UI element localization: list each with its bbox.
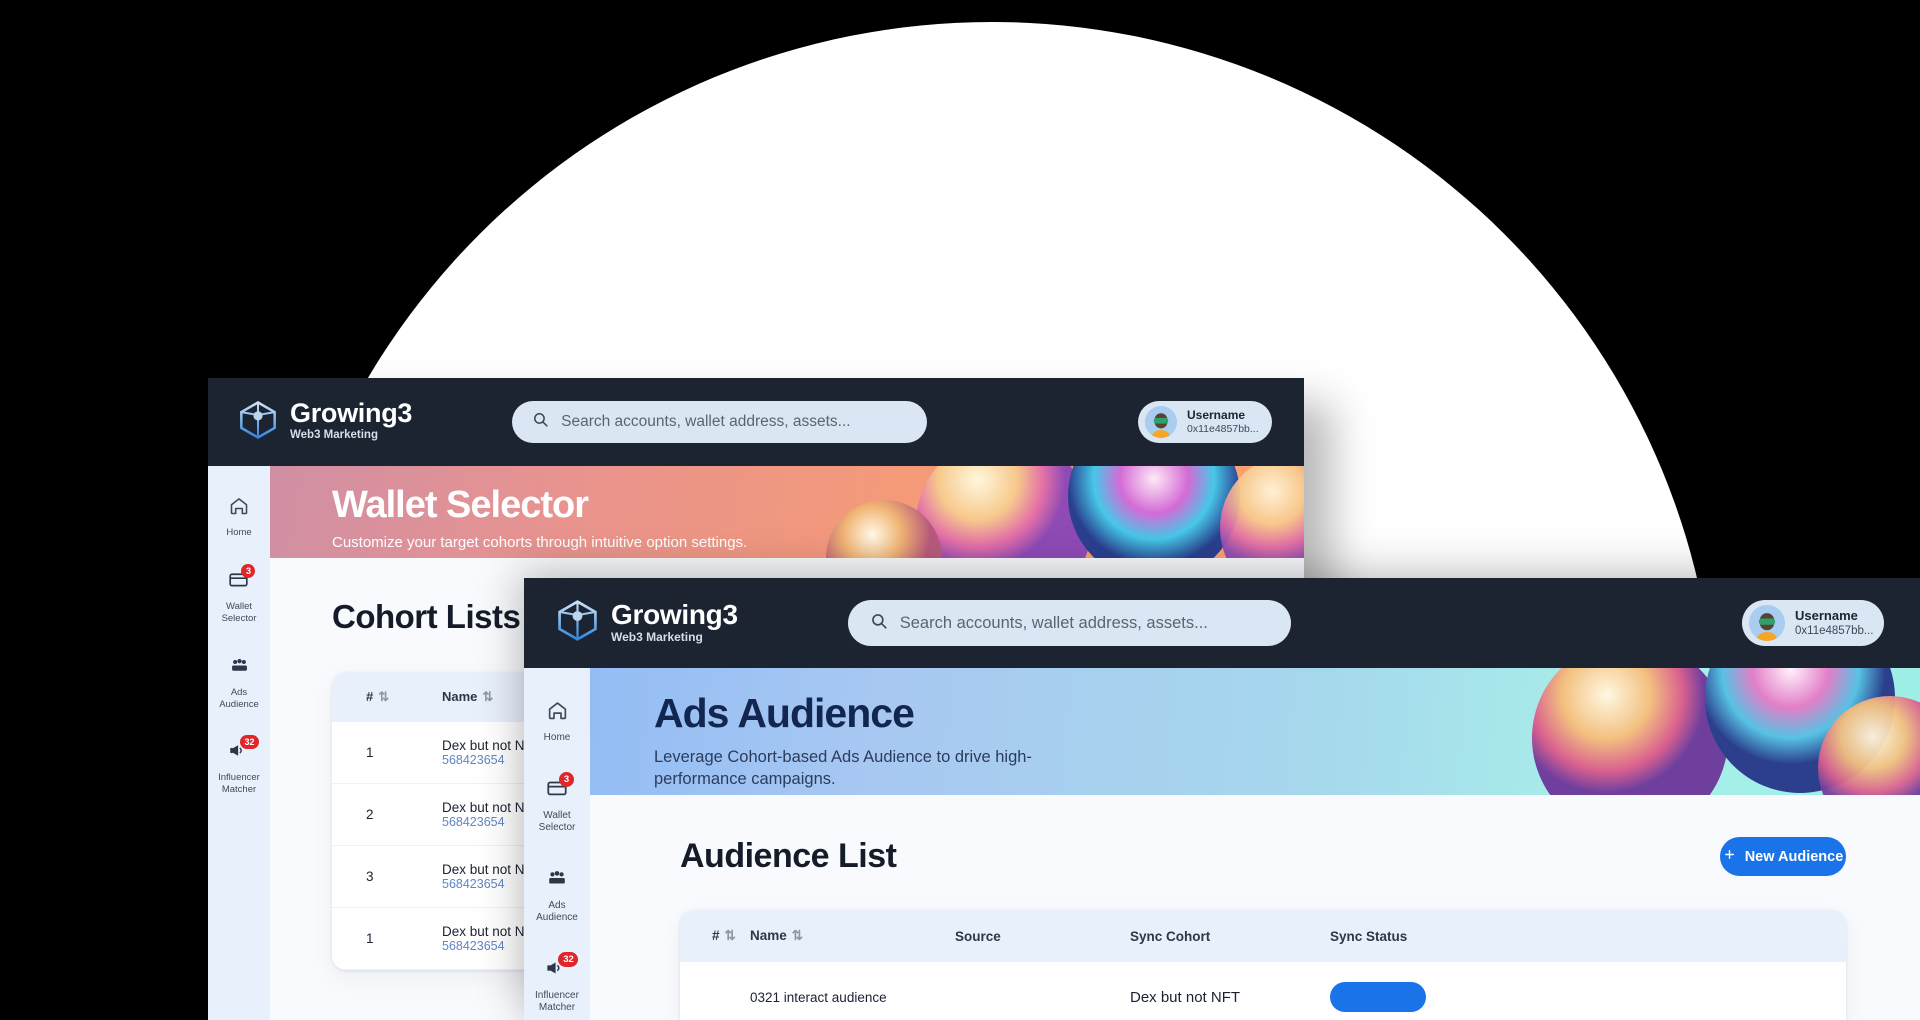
sidebar-badge: 3 bbox=[241, 563, 256, 578]
sidebar-badge: 3 bbox=[559, 771, 574, 787]
people-group-icon bbox=[546, 867, 568, 894]
column-header-sync-status[interactable]: Sync Status bbox=[1330, 910, 1846, 962]
cell-index: 1 bbox=[332, 722, 442, 784]
sidebar-item-label: Influencer Matcher bbox=[218, 772, 260, 796]
profile-text: Username 0x11e4857bb... bbox=[1187, 408, 1259, 436]
sidebar-item-wallet-selector[interactable]: 3 Wallet Selector bbox=[538, 771, 576, 835]
profile-text: Username 0x11e4857bb... bbox=[1795, 608, 1873, 639]
new-audience-button[interactable]: New Audience bbox=[1720, 837, 1846, 876]
sidebar-item-influencer-matcher[interactable]: 32 Influencer Matcher bbox=[535, 951, 579, 1015]
cell-index: 1 bbox=[332, 907, 442, 970]
wallet-card-icon: 3 bbox=[228, 563, 256, 595]
sort-icon[interactable]: ⇅ bbox=[378, 689, 389, 705]
brand-text: Growing3 Web3 Marketing bbox=[290, 400, 412, 443]
user-profile-button[interactable]: Username 0x11e4857bb... bbox=[1138, 401, 1272, 443]
sidebar-item-ads-audience[interactable]: Ads Audience bbox=[536, 867, 578, 925]
home-icon bbox=[229, 496, 249, 521]
search-placeholder: Search accounts, wallet address, assets.… bbox=[899, 613, 1208, 632]
home-icon bbox=[547, 700, 568, 726]
sidebar-item-ads-audience[interactable]: Ads Audience bbox=[219, 655, 259, 711]
sidebar-item-label: Influencer Matcher bbox=[535, 989, 579, 1014]
sidebar-navigation: Home 3 Wallet Selector Ads Audience 32 I… bbox=[524, 668, 590, 1020]
megaphone-icon: 32 bbox=[545, 951, 579, 984]
sidebar-navigation: Home 3 Wallet Selector Ads Audience 32 I… bbox=[208, 466, 270, 1020]
sidebar-badge: 32 bbox=[239, 735, 259, 750]
profile-address: 0x11e4857bb... bbox=[1795, 624, 1874, 637]
cube-icon bbox=[556, 599, 599, 647]
sidebar-badge: 32 bbox=[558, 951, 579, 967]
brand-logo[interactable]: Growing3 Web3 Marketing bbox=[238, 400, 412, 445]
brand-subtitle: Web3 Marketing bbox=[290, 429, 378, 442]
page-title: Audience List bbox=[680, 837, 897, 875]
sort-icon[interactable]: ⇅ bbox=[725, 928, 736, 944]
search-icon bbox=[532, 411, 549, 433]
ads-audience-hero-banner: Ads Audience Leverage Cohort-based Ads A… bbox=[590, 668, 1920, 795]
column-header-index[interactable]: # ⇅ bbox=[680, 910, 750, 962]
ads-audience-window: Growing3 Web3 Marketing Search accounts,… bbox=[524, 578, 1920, 1020]
search-icon bbox=[870, 612, 888, 635]
sidebar-item-home[interactable]: Home bbox=[226, 496, 252, 539]
sync-action-button[interactable] bbox=[1330, 982, 1426, 1012]
bubble-graphic bbox=[824, 466, 1304, 558]
cell-sync-status bbox=[1330, 962, 1846, 1020]
sort-icon[interactable]: ⇅ bbox=[482, 689, 493, 705]
profile-username: Username bbox=[1187, 407, 1246, 422]
avatar-icon bbox=[1749, 605, 1785, 641]
megaphone-icon: 32 bbox=[228, 735, 259, 766]
column-header-sync-cohort[interactable]: Sync Cohort bbox=[1130, 910, 1330, 962]
hero-subtitle: Leverage Cohort-based Ads Audience to dr… bbox=[654, 748, 1032, 789]
brand-logo[interactable]: Growing3 Web3 Marketing bbox=[556, 599, 738, 647]
plus-icon bbox=[1723, 848, 1736, 865]
sidebar-item-label: Home bbox=[543, 732, 571, 743]
audience-table-header: # ⇅ Name ⇅ Source Sync Cohort Sync Status bbox=[680, 910, 1846, 962]
brand-name: Growing3 bbox=[611, 598, 738, 630]
wallet-selector-hero-banner: Wallet Selector Customize your target co… bbox=[270, 466, 1304, 558]
ads-audience-content: Audience List New Audience # ⇅ Name ⇅ So… bbox=[590, 795, 1920, 1020]
sort-icon[interactable]: ⇅ bbox=[792, 928, 803, 944]
sidebar-item-label: Wallet Selector bbox=[221, 600, 257, 624]
sidebar-item-label: Ads Audience bbox=[219, 686, 259, 710]
sidebar-item-label: Home bbox=[226, 527, 252, 538]
search-placeholder: Search accounts, wallet address, assets.… bbox=[561, 413, 851, 430]
bubble-graphic bbox=[1500, 668, 1920, 795]
cell-index: 2 bbox=[332, 783, 442, 846]
cell-source bbox=[955, 962, 1130, 1020]
search-input[interactable]: Search accounts, wallet address, assets.… bbox=[512, 401, 928, 443]
cube-icon bbox=[238, 400, 278, 445]
profile-username: Username bbox=[1795, 607, 1858, 623]
top-navigation-bar: Growing3 Web3 Marketing Search accounts,… bbox=[524, 578, 1920, 668]
people-group-icon bbox=[229, 655, 250, 681]
wallet-card-icon: 3 bbox=[546, 771, 574, 804]
column-header-index[interactable]: # ⇅ bbox=[332, 672, 442, 722]
user-profile-button[interactable]: Username 0x11e4857bb... bbox=[1742, 600, 1884, 646]
new-audience-label: New Audience bbox=[1744, 848, 1844, 865]
profile-address: 0x11e4857bb... bbox=[1187, 422, 1259, 435]
sidebar-item-influencer-matcher[interactable]: 32 Influencer Matcher bbox=[218, 735, 260, 796]
audience-table: # ⇅ Name ⇅ Source Sync Cohort Sync Status bbox=[680, 910, 1846, 1020]
sidebar-item-home[interactable]: Home bbox=[543, 700, 571, 745]
top-navigation-bar: Growing3 Web3 Marketing Search accounts,… bbox=[208, 378, 1304, 466]
sidebar-item-wallet-selector[interactable]: 3 Wallet Selector bbox=[221, 563, 257, 625]
avatar-icon bbox=[1145, 406, 1177, 438]
audience-list-header: Audience List New Audience bbox=[680, 837, 1846, 876]
brand-name: Growing3 bbox=[290, 398, 413, 429]
cell-index: 3 bbox=[332, 845, 442, 908]
sidebar-item-label: Wallet Selector bbox=[538, 809, 576, 834]
audience-table-body: 0321 interact audience Dex but not NFT bbox=[680, 962, 1846, 1020]
column-header-name[interactable]: Name ⇅ bbox=[750, 910, 955, 962]
sidebar-item-label: Ads Audience bbox=[536, 899, 578, 924]
brand-text: Growing3 Web3 Marketing bbox=[611, 598, 738, 646]
search-input[interactable]: Search accounts, wallet address, assets.… bbox=[847, 600, 1291, 646]
screenshot-stage: Growing3 Web3 Marketing Search accounts,… bbox=[0, 0, 1920, 1020]
table-row[interactable]: 0321 interact audience Dex but not NFT bbox=[680, 962, 1846, 1020]
brand-subtitle: Web3 Marketing bbox=[611, 629, 703, 644]
audience-list-card: # ⇅ Name ⇅ Source Sync Cohort Sync Status bbox=[680, 910, 1846, 1020]
cell-index bbox=[680, 962, 750, 1020]
column-header-source[interactable]: Source bbox=[955, 910, 1130, 962]
cell-name: 0321 interact audience bbox=[750, 962, 955, 1020]
cell-sync-cohort: Dex but not NFT bbox=[1130, 962, 1330, 1020]
